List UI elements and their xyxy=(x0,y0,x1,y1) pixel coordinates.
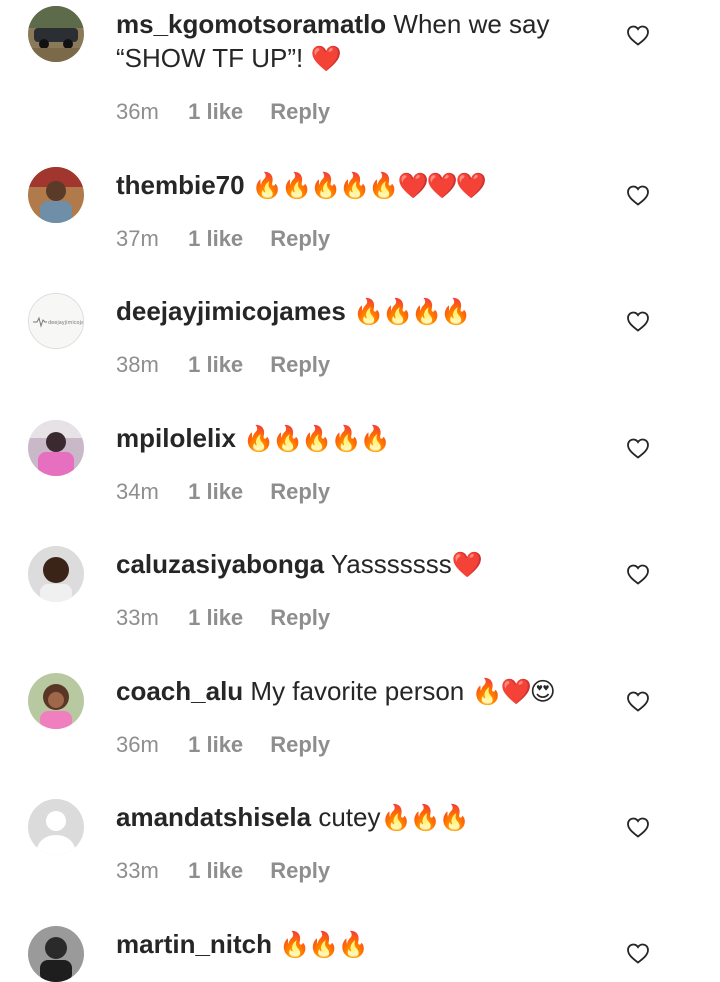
avatar[interactable] xyxy=(28,546,84,602)
comment-username[interactable]: caluzasiyabonga xyxy=(116,549,324,579)
reply-button[interactable]: Reply xyxy=(270,226,330,252)
comment-timestamp: 33m xyxy=(116,858,159,883)
avatar[interactable] xyxy=(28,420,84,476)
comment-text-block: ms_kgomotsoramatlo When we say “SHOW TF … xyxy=(116,7,596,76)
comment-emoji: 🔥🔥🔥🔥🔥 xyxy=(243,424,391,453)
comment-text-block: thembie70 🔥🔥🔥🔥🔥❤️❤️❤️ xyxy=(116,168,596,203)
avatar[interactable] xyxy=(28,926,84,982)
comment-username[interactable]: ms_kgomotsoramatlo xyxy=(116,9,386,39)
like-heart-icon[interactable] xyxy=(626,437,650,459)
person-photo-avatar-icon xyxy=(28,546,84,602)
person-photo-avatar-icon xyxy=(28,420,84,476)
comment-timestamp: 38m xyxy=(116,352,159,377)
comment-username[interactable]: martin_nitch xyxy=(116,929,272,959)
reply-button[interactable]: Reply xyxy=(270,732,330,758)
comment-text-line2: “SHOW TF UP”! xyxy=(116,43,304,73)
avatar-logo-text: deejayjimicojames xyxy=(48,320,84,326)
comment-text-block: mpilolelix 🔥🔥🔥🔥🔥 xyxy=(116,421,596,456)
comment-timestamp: 34m xyxy=(116,479,159,504)
reply-button[interactable]: Reply xyxy=(270,858,330,884)
comment-timestamp: 36m xyxy=(116,99,159,124)
like-heart-icon[interactable] xyxy=(626,24,650,46)
comment-text-block: deejayjimicojames 🔥🔥🔥🔥 xyxy=(116,294,596,329)
comment-emoji: 🔥🔥🔥 xyxy=(380,803,469,832)
avatar[interactable] xyxy=(28,167,84,223)
logo-avatar-icon: deejayjimicojames xyxy=(29,294,84,348)
comment-text-block: martin_nitch 🔥🔥🔥 xyxy=(116,927,596,962)
car-photo-avatar-icon xyxy=(28,6,84,62)
comment-text-block: caluzasiyabonga Yasssssss❤️ xyxy=(116,547,596,582)
like-heart-icon[interactable] xyxy=(626,816,650,838)
comment-emoji: 🔥❤️😍 xyxy=(471,677,556,706)
like-heart-icon[interactable] xyxy=(626,563,650,585)
like-heart-icon[interactable] xyxy=(626,690,650,712)
comment-emoji: 🔥🔥🔥🔥🔥❤️❤️❤️ xyxy=(251,171,487,200)
comment-username[interactable]: coach_alu xyxy=(116,676,243,706)
comment-like-count[interactable]: 1 like xyxy=(188,858,264,884)
like-heart-icon[interactable] xyxy=(626,184,650,206)
comment-text-block: amandatshisela cutey🔥🔥🔥 xyxy=(116,800,596,835)
like-heart-icon[interactable] xyxy=(626,942,650,964)
comment-emoji: 🔥🔥🔥🔥 xyxy=(353,297,472,326)
comment-username[interactable]: amandatshisela xyxy=(116,802,311,832)
comment-like-count[interactable]: 1 like xyxy=(188,352,264,378)
reply-button[interactable]: Reply xyxy=(270,479,330,505)
avatar[interactable] xyxy=(28,6,84,62)
default-avatar-icon xyxy=(28,799,84,855)
person-photo-avatar-icon xyxy=(28,167,84,223)
avatar[interactable] xyxy=(28,673,84,729)
avatar[interactable]: deejayjimicojames xyxy=(28,293,84,349)
reply-button[interactable]: Reply xyxy=(270,352,330,378)
comment-like-count[interactable]: 1 like xyxy=(188,605,264,631)
comment-list: ms_kgomotsoramatlo When we say “SHOW TF … xyxy=(0,0,720,982)
comment-username[interactable]: thembie70 xyxy=(116,170,245,200)
comment-emoji: ❤️ xyxy=(451,550,483,579)
reply-button[interactable]: Reply xyxy=(270,605,330,631)
comment-like-count[interactable]: 1 like xyxy=(188,226,264,252)
comment-emoji: ❤️ xyxy=(310,44,342,73)
comment-timestamp: 36m xyxy=(116,732,159,757)
comment-text: cutey xyxy=(318,802,381,832)
comment-like-count[interactable]: 1 like xyxy=(188,479,264,505)
comment-timestamp: 33m xyxy=(116,605,159,630)
comment-timestamp: 37m xyxy=(116,226,159,251)
comment-username[interactable]: mpilolelix xyxy=(116,423,236,453)
comment-text-block: coach_alu My favorite person 🔥❤️😍 xyxy=(116,674,596,709)
reply-button[interactable]: Reply xyxy=(270,99,330,125)
like-heart-icon[interactable] xyxy=(626,310,650,332)
comment-emoji: 🔥🔥🔥 xyxy=(279,930,368,959)
person-photo-avatar-icon xyxy=(28,673,84,729)
avatar[interactable] xyxy=(28,799,84,855)
person-photo-avatar-icon xyxy=(28,926,84,982)
comment-text: When we say xyxy=(393,9,550,39)
comment-like-count[interactable]: 1 like xyxy=(188,99,264,125)
comment-text: Yasssssss xyxy=(330,549,452,579)
comment-username[interactable]: deejayjimicojames xyxy=(116,296,346,326)
comment-text: My favorite person xyxy=(250,676,465,706)
comment-like-count[interactable]: 1 like xyxy=(188,732,264,758)
